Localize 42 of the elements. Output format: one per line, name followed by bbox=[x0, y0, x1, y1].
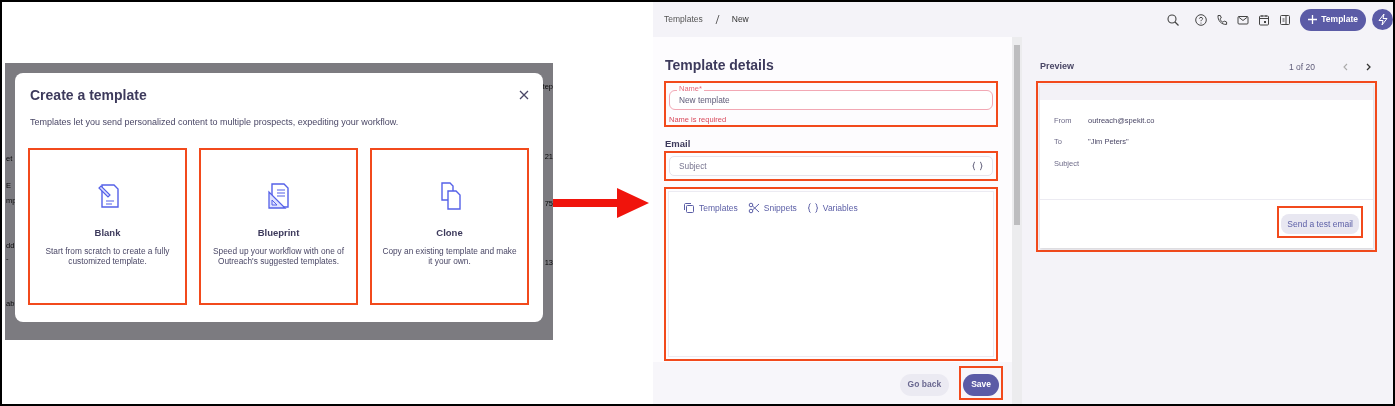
mail-icon[interactable] bbox=[1237, 13, 1250, 26]
variables-button[interactable]: Variables bbox=[806, 202, 858, 215]
close-icon[interactable] bbox=[518, 89, 530, 102]
option-title: Blank bbox=[94, 226, 121, 241]
save-button[interactable]: Save bbox=[963, 373, 999, 396]
section-title: Template details bbox=[665, 57, 775, 75]
pager-text: 1 of 20 bbox=[1289, 60, 1315, 74]
subject-field[interactable]: Subject bbox=[669, 156, 993, 176]
scrollbar[interactable] bbox=[1012, 37, 1022, 404]
braces-icon bbox=[972, 161, 983, 171]
option-title: Clone bbox=[436, 226, 463, 241]
email-label: Email bbox=[665, 137, 692, 149]
email-editor[interactable]: Templates Snippets Variables bbox=[668, 191, 994, 357]
lightning-icon[interactable] bbox=[1372, 9, 1393, 30]
breadcrumb-current: New bbox=[731, 13, 749, 26]
option-description: Start from scratch to create a fully customized template. bbox=[44, 245, 171, 268]
modal-title: Create a template bbox=[30, 87, 147, 104]
templates-button[interactable]: Templates bbox=[683, 202, 738, 215]
plus-icon bbox=[1308, 15, 1318, 24]
template-option-card[interactable]: Blueprint Speed up your workflow with one of Outreach's suggested templates. bbox=[199, 148, 358, 306]
breadcrumb-link[interactable]: Templates bbox=[664, 13, 703, 26]
option-description: Copy an existing template and make it your own. bbox=[381, 245, 518, 268]
scissors-icon bbox=[747, 202, 760, 215]
option-description: Speed up your workflow with one of Outreach's suggested templates. bbox=[212, 245, 345, 268]
panel-icon[interactable] bbox=[1279, 13, 1292, 26]
snippets-button[interactable]: Snippets bbox=[747, 202, 797, 215]
help-icon[interactable] bbox=[1195, 13, 1208, 26]
back-button[interactable]: Go back bbox=[899, 373, 950, 396]
braces-icon bbox=[806, 202, 819, 215]
send-test-email-button[interactable]: Send a test email bbox=[1281, 214, 1359, 234]
search-icon[interactable] bbox=[1167, 13, 1180, 26]
preview-title: Preview bbox=[1040, 60, 1075, 74]
modal-description: Templates let you send personalized content to multiple prospects, expediting your workflow. bbox=[30, 115, 400, 129]
subject-input[interactable]: Subject bbox=[679, 159, 972, 173]
calendar-icon[interactable] bbox=[1258, 13, 1271, 26]
option-title: Blueprint bbox=[257, 226, 300, 241]
copy-icon bbox=[683, 202, 695, 215]
phone-icon[interactable] bbox=[1216, 13, 1229, 26]
template-option-card[interactable]: Clone Copy an existing template and make it your own. bbox=[370, 148, 529, 306]
template-option-card[interactable]: Blank Start from scratch to create a fully customized template. bbox=[28, 148, 187, 306]
breadcrumb-separator-icon bbox=[714, 13, 720, 26]
new-template-button[interactable]: Template bbox=[1300, 8, 1366, 31]
